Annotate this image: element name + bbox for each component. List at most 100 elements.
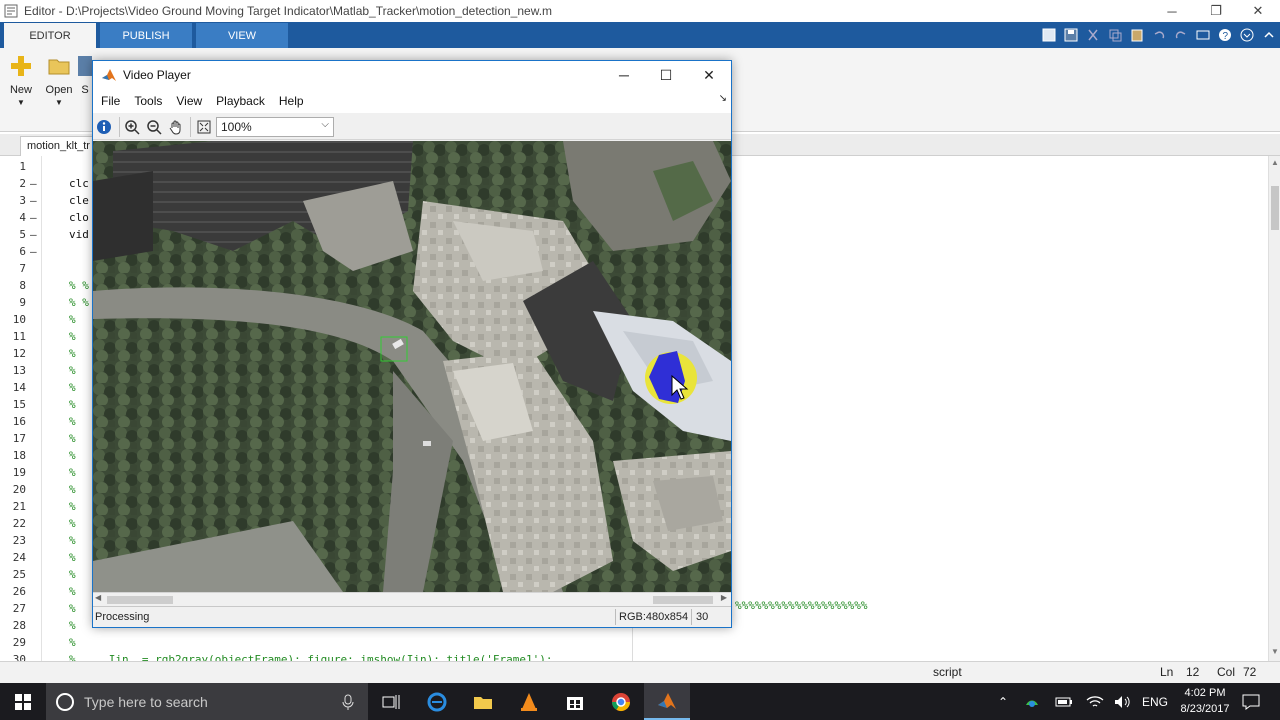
help-icon[interactable]: ? — [1216, 26, 1234, 44]
menu-file[interactable]: File — [101, 94, 120, 108]
action-center-icon[interactable] — [1238, 683, 1264, 720]
scrollbar-thumb[interactable] — [653, 596, 713, 604]
save-icon[interactable] — [1062, 26, 1080, 44]
editor-vertical-scrollbar[interactable]: ▲ ▼ — [1268, 156, 1280, 661]
tab-editor[interactable]: EDITOR — [4, 23, 96, 48]
code-text: % — [69, 585, 76, 598]
editor-window-title: Editor - D:\Projects\Video Ground Moving… — [24, 4, 553, 18]
scroll-up-icon[interactable]: ▲ — [1269, 158, 1280, 170]
undo-icon[interactable] — [1150, 26, 1168, 44]
save-button-label: S — [81, 84, 89, 96]
file-tab-motion-klt[interactable]: motion_klt_tr — [20, 136, 100, 156]
scroll-right-icon[interactable]: ▶ — [721, 593, 727, 602]
frame-number: 30 — [696, 611, 709, 623]
ribbon-toggle-icon[interactable] — [1260, 26, 1278, 44]
taskbar-edge[interactable] — [414, 683, 460, 720]
scroll-down-icon[interactable]: ▼ — [1269, 647, 1280, 659]
task-view-button[interactable] — [368, 683, 414, 720]
vlc-icon — [521, 692, 537, 711]
taskbar-search-box[interactable]: Type here to search — [46, 683, 368, 720]
line-number: 15 — [12, 398, 26, 411]
code-text: % — [69, 636, 76, 649]
zoom-in-icon[interactable] — [123, 118, 141, 136]
pan-hand-icon[interactable] — [167, 118, 185, 136]
zoom-out-icon[interactable] — [145, 118, 163, 136]
scroll-left-icon[interactable]: ◀ — [95, 593, 101, 602]
line-number: 13 — [12, 364, 26, 377]
editor-minimize-button[interactable]: ─ — [1150, 0, 1194, 22]
menu-help[interactable]: Help — [279, 94, 304, 108]
line-number: 3 — [19, 194, 26, 207]
edge-browser-icon — [427, 692, 447, 711]
video-player-close-button[interactable]: ✕ — [688, 61, 730, 89]
line-number: 26 — [12, 585, 26, 598]
taskbar-clock[interactable]: 4:02 PM 8/23/2017 — [1170, 685, 1240, 717]
paste-icon[interactable] — [1128, 26, 1146, 44]
volume-icon[interactable] — [1110, 683, 1136, 720]
code-text: % — [69, 619, 76, 632]
code-text: % — [69, 381, 76, 394]
chevron-down-icon: ▼ — [17, 98, 25, 107]
code-text: % — [69, 415, 76, 428]
taskbar-chrome[interactable] — [598, 683, 644, 720]
scrollbar-thumb[interactable] — [1271, 186, 1279, 230]
redo-icon[interactable] — [1172, 26, 1190, 44]
code-line[interactable]: 30 % Iin = rgb2gray(objectFrame); figure;… — [0, 651, 1268, 661]
zoom-select[interactable]: 100% ⌵ — [216, 117, 334, 137]
status-divider — [691, 609, 692, 625]
breakpoint-marker[interactable]: – — [30, 192, 37, 209]
search-placeholder: Type here to search — [84, 693, 208, 710]
code-line[interactable]: 29% — [0, 634, 1268, 651]
info-icon[interactable] — [95, 118, 113, 136]
breakpoint-marker[interactable]: – — [30, 226, 37, 243]
taskbar-matlab[interactable] — [644, 683, 690, 720]
line-number: 12 — [12, 347, 26, 360]
code-text: % — [69, 398, 76, 411]
line-number: 21 — [12, 500, 26, 513]
layout-icon[interactable] — [1040, 26, 1058, 44]
options-icon[interactable] — [1238, 26, 1256, 44]
network-app-tray-icon[interactable] — [1020, 683, 1044, 720]
breakpoint-marker[interactable]: – — [30, 175, 37, 192]
tab-view[interactable]: VIEW — [196, 23, 288, 48]
video-player-maximize-button[interactable]: ☐ — [645, 61, 687, 89]
taskbar-file-explorer[interactable] — [460, 683, 506, 720]
save-button[interactable]: S — [78, 54, 92, 96]
show-hidden-icons-button[interactable]: ⌃ — [992, 683, 1014, 720]
line-number-indicator: 12 — [1186, 665, 1200, 679]
new-button[interactable]: New ▼ — [2, 54, 40, 107]
fit-to-window-icon[interactable] — [195, 118, 213, 136]
taskbar-vlc[interactable] — [506, 683, 552, 720]
microphone-icon[interactable] — [342, 694, 354, 710]
menu-view[interactable]: View — [176, 94, 202, 108]
wifi-icon[interactable] — [1082, 683, 1108, 720]
taskbar-store[interactable] — [552, 683, 598, 720]
breakpoint-marker[interactable]: – — [30, 209, 37, 226]
scrollbar-thumb[interactable] — [107, 596, 173, 604]
input-language-indicator[interactable]: ENG — [1140, 683, 1170, 720]
menu-tools[interactable]: Tools — [134, 94, 162, 108]
editor-restore-button[interactable]: ❐ — [1194, 0, 1238, 22]
editor-close-button[interactable]: ✕ — [1236, 0, 1280, 22]
switch-windows-icon[interactable] — [1194, 26, 1212, 44]
video-player-minimize-button[interactable]: ─ — [603, 61, 645, 89]
video-horizontal-scrollbar[interactable]: ◀ ▶ — [93, 592, 731, 606]
battery-icon[interactable] — [1052, 683, 1076, 720]
video-frame[interactable] — [93, 141, 731, 592]
code-text: % — [69, 551, 76, 564]
breakpoint-marker[interactable]: – — [30, 243, 37, 260]
menu-playback[interactable]: Playback — [216, 94, 265, 108]
copy-icon[interactable] — [1106, 26, 1124, 44]
clock-time: 4:02 PM — [1184, 687, 1226, 699]
file-type-indicator: script — [933, 665, 962, 679]
start-button[interactable] — [0, 683, 46, 720]
windows-logo-icon — [15, 693, 31, 710]
tab-publish[interactable]: PUBLISH — [100, 23, 192, 48]
open-button[interactable]: Open ▼ — [40, 54, 78, 107]
line-number: 14 — [12, 381, 26, 394]
cut-icon[interactable] — [1084, 26, 1102, 44]
code-text: % — [69, 364, 76, 377]
chevron-down-icon: ⌵ — [321, 119, 329, 130]
video-player-title-bar[interactable]: Video Player ─ ☐ ✕ — [93, 61, 731, 89]
dock-arrow-icon[interactable]: ↘ — [719, 93, 727, 104]
